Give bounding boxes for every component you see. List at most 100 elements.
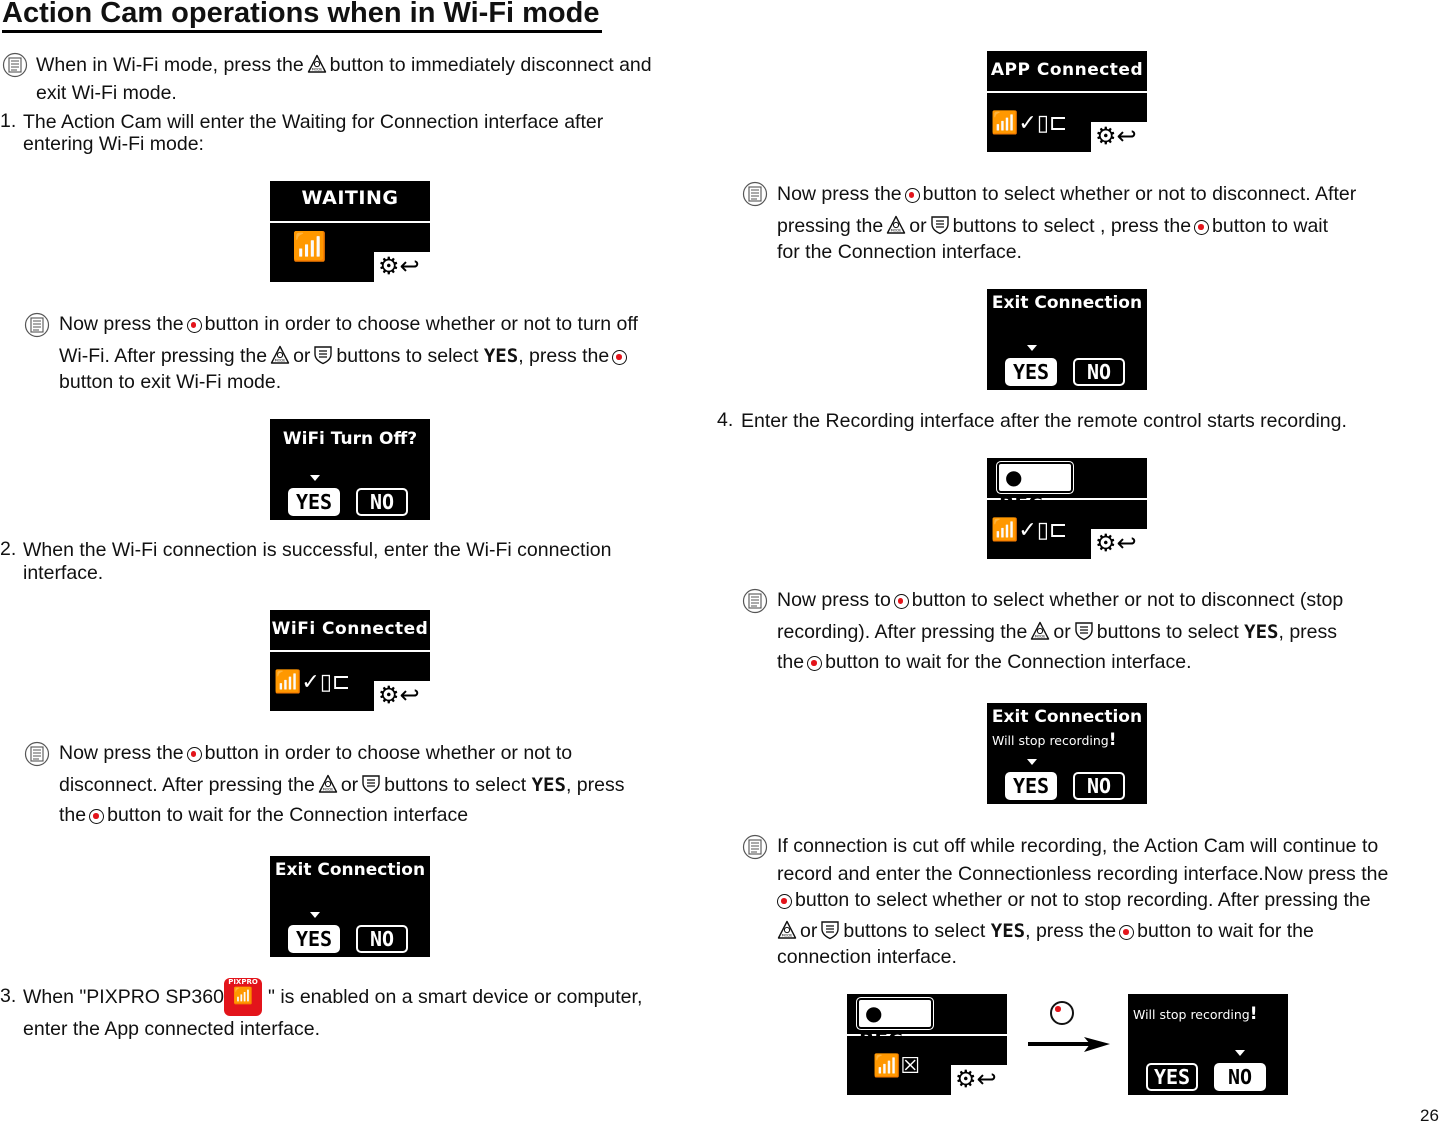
screen-will-stop-recording: Will stop recording! YES NO: [1128, 994, 1288, 1095]
ok-button-icon: [186, 747, 202, 762]
text: The Action Cam will enter the Waiting fo…: [23, 111, 604, 133]
mode-button-icon: [1030, 621, 1050, 641]
text: or: [340, 774, 359, 796]
text: button to select whether or not to disco…: [911, 589, 1344, 611]
text: buttons to select: [336, 345, 479, 367]
text: recording). After pressing the: [777, 621, 1028, 643]
no-option: NO: [1214, 1063, 1266, 1091]
text: buttons to select: [384, 774, 527, 796]
text: Wi-Fi. After pressing the: [59, 345, 268, 367]
ok-button-icon: [904, 188, 920, 203]
pixpro-app-icon: PIXPRO 📶: [224, 978, 262, 1016]
menu-button-icon: [930, 215, 950, 235]
text: , press: [1278, 621, 1338, 643]
step-number: 2.: [0, 538, 17, 560]
text: buttons to select: [1096, 621, 1239, 643]
note-icon: [24, 741, 50, 767]
text: Now press the: [59, 313, 184, 335]
yes-option: YES: [288, 488, 340, 516]
note-icon: [742, 588, 768, 614]
text: interface.: [23, 562, 104, 584]
text: YES: [990, 920, 1026, 942]
ok-button-icon: [186, 318, 202, 333]
text: exit Wi-Fi mode.: [36, 82, 177, 104]
text: button in order to choose whether or not…: [204, 742, 573, 764]
no-option: NO: [1073, 772, 1125, 800]
text: entering Wi-Fi mode:: [23, 133, 204, 155]
text: button to select whether or not to stop …: [795, 889, 1371, 911]
text: !: [1249, 1004, 1258, 1024]
mode-button-icon: [777, 920, 797, 940]
ok-back-icon: ⚙↩: [1091, 122, 1147, 152]
screen-waiting: WAITING 📶 ⚙↩: [270, 181, 430, 282]
screen-app-connected: APP Connected 📶✓▯⊏ ⚙↩: [987, 51, 1147, 152]
ok-button-icon: [612, 350, 628, 365]
rec-indicator: ● REC: [859, 1000, 931, 1052]
mode-button-icon: [886, 215, 906, 235]
ok-button-icon: [1119, 925, 1135, 940]
text: or: [909, 215, 927, 237]
ok-button-icon: [807, 656, 823, 671]
yes-label: YES: [483, 345, 519, 367]
text: connection interface.: [777, 946, 957, 968]
text: for the Connection interface.: [777, 241, 1022, 263]
screen-exit-connection: Exit Connection YES NO: [987, 289, 1147, 390]
manual-page: MODE Action Cam operations when in Wi-Fi…: [0, 0, 1440, 1124]
mode-button-icon: [307, 54, 327, 74]
screen-subtitle: Will stop recording!: [992, 730, 1116, 750]
text: button in order to choose whether or not…: [204, 313, 638, 335]
ok-button-icon: [1050, 1001, 1074, 1025]
text: YES: [1244, 621, 1279, 643]
menu-button-icon: [313, 345, 333, 365]
text: button to wait for the Connection interf…: [107, 804, 469, 826]
text: PIXPRO: [228, 978, 258, 986]
menu-button-icon: [361, 774, 381, 794]
screen-wifi-turn-off: WiFi Turn Off? YES NO: [270, 419, 430, 520]
page-number: 26: [1420, 1106, 1439, 1124]
wifi-phone-icon: 📶✓▯⊏: [274, 669, 351, 694]
text: , press: [565, 774, 625, 796]
text: or: [293, 345, 311, 367]
text: or: [800, 920, 818, 942]
step-number: 4.: [717, 409, 734, 431]
mode-button-icon: [318, 774, 338, 794]
text: disconnect. After pressing the: [59, 774, 315, 796]
wifi-phone-icon: 📶✓▯⊏: [991, 110, 1068, 135]
text: , press the: [518, 345, 610, 367]
ok-back-icon: ⚙↩: [951, 1065, 1007, 1095]
screen-title: Exit Connection: [991, 707, 1143, 727]
note-icon: [742, 834, 768, 860]
text: the: [59, 804, 87, 826]
text: button to wait for the Connection interf…: [825, 651, 1192, 673]
screen-title: Exit Connection: [274, 860, 426, 880]
text: pressing the: [777, 215, 884, 237]
rec-indicator: ● REC: [999, 464, 1071, 516]
step-number: 3.: [0, 985, 17, 1007]
screen-exit-connection: Exit Connection YES NO: [270, 856, 430, 957]
screen-title: APP Connected: [990, 60, 1144, 80]
screen-title: WiFi Connected: [271, 619, 429, 639]
text: record and enter the Connectionless reco…: [777, 863, 1389, 885]
text: button to immediately disconnect and: [329, 54, 652, 76]
screen-recording-no-wifi: ● REC 📶☒ ⚙↩: [847, 994, 1007, 1095]
yes-option: YES: [1005, 358, 1057, 386]
text: button to wait for the: [1137, 920, 1314, 942]
no-option: NO: [356, 925, 408, 953]
text: Now press the: [59, 742, 184, 764]
no-option: NO: [356, 488, 408, 516]
text: When the Wi-Fi connection is successful,…: [23, 539, 612, 561]
screen-wifi-connected: WiFi Connected 📶✓▯⊏ ⚙↩: [270, 610, 430, 711]
text: When "PIXPRO SP360: [23, 986, 224, 1008]
text: , press the: [1025, 920, 1117, 942]
text: Will stop recording: [1133, 1007, 1250, 1022]
text: Now press the: [777, 183, 902, 205]
yes-option: YES: [288, 925, 340, 953]
text: button to wait: [1212, 215, 1329, 237]
screen-subtitle: Will stop recording!: [1133, 1004, 1257, 1024]
text: buttons to select , press the: [952, 215, 1192, 237]
screen-title: Exit Connection: [991, 293, 1143, 313]
ok-back-icon: ⚙↩: [1091, 529, 1147, 559]
text: Now press to: [777, 589, 891, 611]
note-icon: [742, 181, 768, 207]
yes-option: YES: [1146, 1063, 1198, 1091]
